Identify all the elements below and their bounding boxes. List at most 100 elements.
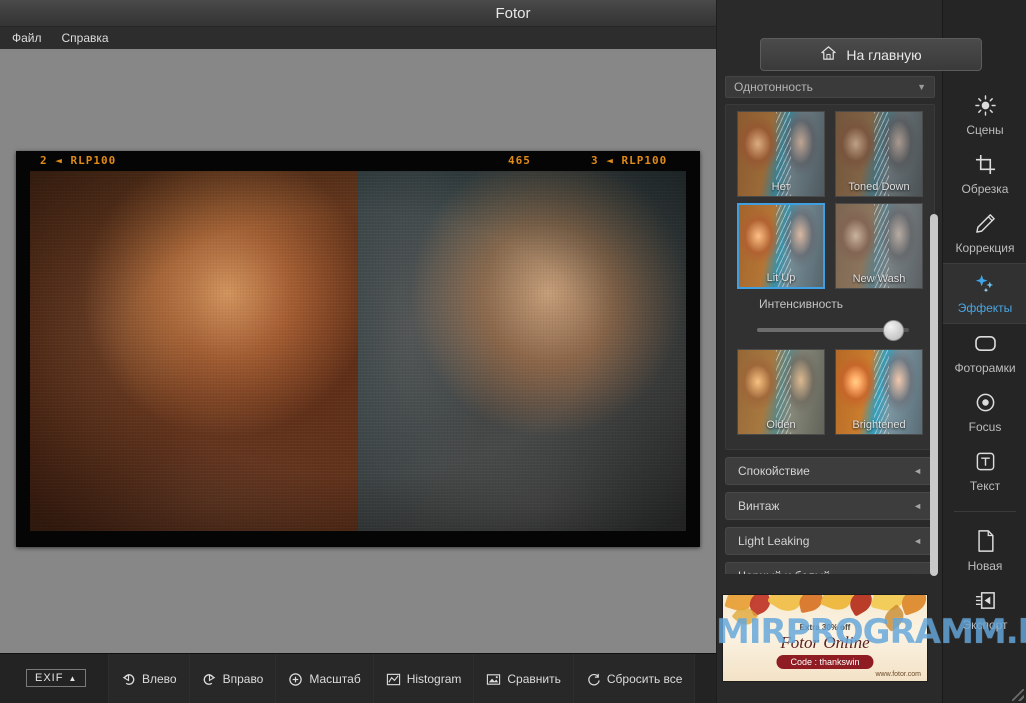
promo-title: Fotor Online [723, 633, 927, 653]
menu-bar: Файл Справка [0, 27, 716, 49]
zoom-in-icon [288, 666, 303, 692]
category-header-monotone[interactable]: Однотонность ▼ [725, 76, 935, 98]
rail-item-frames[interactable]: Фоторамки [943, 324, 1026, 383]
chevron-left-icon: ◄ [913, 536, 922, 546]
reset-all-label: Сбросить все [607, 672, 683, 686]
rail-label: Эффекты [958, 301, 1013, 315]
reset-icon [586, 666, 601, 692]
rail-label: Фоторамки [954, 361, 1015, 375]
home-icon [820, 45, 837, 65]
intensity-slider[interactable] [757, 321, 917, 339]
film-strip-labels: 2 ◄ RLP100 465 3 ◄ RLP100 [16, 151, 700, 170]
exif-button[interactable]: EXIF ▲ [26, 669, 86, 687]
sun-icon [975, 92, 996, 118]
chevron-left-icon: ◄ [913, 501, 922, 511]
preset-thumb-brightened[interactable]: Brightened [835, 349, 923, 435]
slider-handle[interactable] [883, 320, 904, 341]
slider-fill [757, 328, 893, 332]
preset-row-2: Lit Up New Wash [731, 203, 929, 289]
text-icon [975, 448, 996, 474]
preset-thumb-none[interactable]: Нет [737, 111, 825, 197]
compare-icon [486, 666, 501, 692]
menu-help[interactable]: Справка [62, 31, 109, 45]
reset-all-button[interactable]: Сбросить все [573, 654, 696, 703]
rail-item-effects[interactable]: Эффекты [943, 263, 1026, 324]
rail-item-text[interactable]: Текст [943, 442, 1026, 501]
preset-label: Lit Up [739, 272, 823, 284]
preset-label: New Wash [836, 273, 922, 285]
category-label: Винтаж [738, 499, 779, 513]
rail-item-adjust[interactable]: Коррекция [943, 204, 1026, 263]
bottom-toolbar: EXIF ▲ Влево Вправо Масштаб [0, 653, 716, 703]
rotate-left-icon [121, 666, 136, 692]
rail-label: Сцены [966, 123, 1003, 137]
new-file-icon [976, 528, 995, 554]
histogram-icon [386, 666, 401, 692]
home-button-label: На главную [846, 47, 921, 63]
rail-item-focus[interactable]: Focus [943, 383, 1026, 442]
bottom-tool-buttons: Влево Вправо Масштаб Histogram [108, 654, 695, 703]
preset-thumb-new-wash[interactable]: New Wash [835, 203, 923, 289]
intensity-label: Интенсивность [759, 297, 929, 311]
export-icon [974, 587, 997, 613]
promo-discount-text: Extra 30% off [723, 623, 927, 632]
canvas-area[interactable]: 2 ◄ RLP100 465 3 ◄ RLP100 [0, 49, 716, 653]
rail-item-scenes[interactable]: Сцены [943, 86, 1026, 145]
crop-icon [975, 151, 996, 177]
rail-item-crop[interactable]: Обрезка [943, 145, 1026, 204]
window-resize-grip[interactable] [1012, 689, 1024, 701]
fotor-app-window: Fotor – ❐ ✕ Файл Справка 2 ◄ RLP100 465 … [0, 0, 1026, 703]
category-row-black-and-white[interactable]: Черный и белый ◄ [725, 562, 935, 574]
rail-label: Обрезка [962, 182, 1009, 196]
promo-url: www.fotor.com [875, 671, 921, 678]
photo-film-frame: 2 ◄ RLP100 465 3 ◄ RLP100 [16, 151, 700, 547]
rail-label: Экспорт [962, 618, 1007, 632]
rail-divider [954, 511, 1016, 512]
preset-thumb-toned-down[interactable]: Toned Down [835, 111, 923, 197]
menu-file[interactable]: Файл [12, 31, 42, 45]
sparkle-icon [974, 270, 997, 296]
rail-label: Коррекция [955, 241, 1014, 255]
chevron-left-icon: ◄ [913, 571, 922, 574]
zoom-button[interactable]: Масштаб [275, 654, 372, 703]
effects-panel-scrollbar[interactable] [930, 214, 938, 576]
rail-label: Текст [970, 479, 1000, 493]
rail-item-export[interactable]: Экспорт [943, 581, 1026, 640]
rotate-left-button[interactable]: Влево [108, 654, 189, 703]
category-row-vintage[interactable]: Винтаж ◄ [725, 492, 935, 520]
tool-rail: Сцены Обрезка Коррекция Эффекты [942, 0, 1026, 703]
compare-button[interactable]: Сравнить [473, 654, 572, 703]
promo-banner[interactable]: Extra 30% off Fotor Online Code : thanks… [722, 594, 928, 682]
rotate-right-button[interactable]: Вправо [189, 654, 276, 703]
frame-icon [974, 330, 997, 356]
film-label-left: 2 ◄ RLP100 [40, 154, 116, 167]
photo-half-warm [30, 171, 358, 531]
preset-label: Brightened [836, 419, 922, 431]
preset-row-3: Olden Brightened [731, 349, 929, 435]
rail-label: Focus [969, 420, 1002, 434]
preset-thumbnails-group: Нет Toned Down Lit Up [725, 104, 935, 450]
exif-label: EXIF [35, 672, 63, 684]
rotate-right-label: Вправо [223, 672, 264, 686]
preset-thumb-lit-up[interactable]: Lit Up [737, 203, 825, 289]
promo-code: Code : thankswin [776, 655, 873, 669]
category-label: Спокойствие [738, 464, 810, 478]
compare-label: Сравнить [507, 672, 560, 686]
pencil-icon [975, 210, 996, 236]
rail-item-new[interactable]: Новая [943, 522, 1026, 581]
edited-photo[interactable] [30, 171, 686, 531]
exif-arrow-icon: ▲ [68, 674, 77, 683]
category-label: Черный и белый [738, 569, 830, 574]
home-button[interactable]: На главную [760, 38, 982, 71]
category-label: Light Leaking [738, 534, 809, 548]
film-label-right: 3 ◄ RLP100 [591, 154, 667, 167]
preset-row-1: Нет Toned Down [731, 111, 929, 197]
histogram-button[interactable]: Histogram [373, 654, 474, 703]
effects-scroll-container[interactable]: Однотонность ▼ Нет Toned Down [723, 76, 937, 574]
rail-label: Новая [968, 559, 1003, 573]
preset-label: Olden [738, 419, 824, 431]
category-row-light-leaking[interactable]: Light Leaking ◄ [725, 527, 935, 555]
category-row-calm[interactable]: Спокойствие ◄ [725, 457, 935, 485]
rotate-left-label: Влево [142, 672, 177, 686]
preset-thumb-olden[interactable]: Olden [737, 349, 825, 435]
